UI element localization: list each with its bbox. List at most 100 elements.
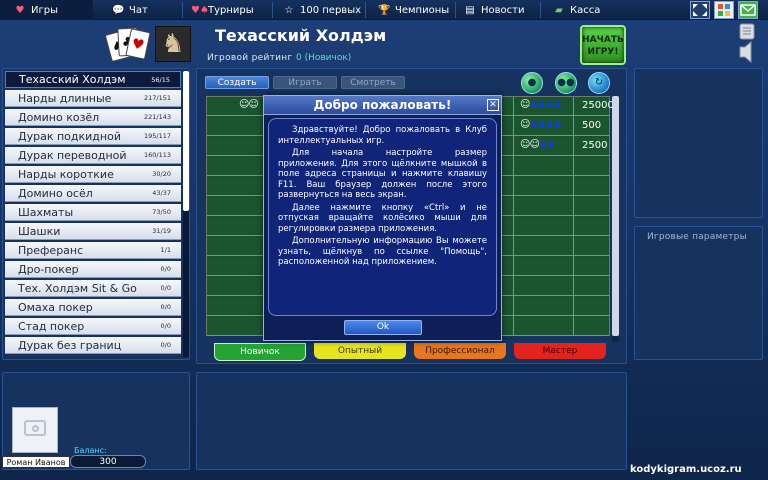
game-params-panel: Игровые параметры [634,226,763,360]
game-list-item[interactable]: Дурак подкидной 195/117 [5,128,181,145]
dialog-paragraph: Для начала настройте размер приложения. … [278,148,487,200]
refresh-icon[interactable]: ↻ [588,72,610,94]
mail-icon[interactable] [738,1,758,19]
game-list-item[interactable]: Нарды короткие 30/20 [5,166,181,183]
create-table-button[interactable]: Создать [205,76,269,89]
game-list-item[interactable]: Тех. Холдэм Sit & Go 0/0 [5,280,181,297]
game-player-count: 160/113 [143,151,171,159]
game-name: Стад покер [18,319,85,333]
game-name: Преферанс [18,243,84,257]
game-player-count: 217/151 [143,94,171,102]
nav-tab-games[interactable]: ♥ Игры [0,0,93,20]
game-list-item[interactable]: Стад покер 0/0 [5,318,181,335]
game-name: Шахматы [18,205,74,219]
game-player-count: 0/0 [160,322,171,330]
news-icon: ▤ [465,4,475,16]
game-list-item[interactable]: Техасский Холдэм 56/15 [5,71,181,88]
game-player-count: 0/0 [160,284,171,292]
game-player-count: 195/117 [143,132,171,140]
game-player-count: 1/1 [160,246,171,254]
cards-logo-icon: ♠ ♣ ♥ [104,24,154,64]
dialog-paragraph: Дополнительную информацию Вы можете узна… [278,236,487,267]
settings-grid-icon[interactable] [714,1,734,19]
dialog-body: Здравствуйте! Добро пожаловать в Клуб ин… [268,118,497,316]
table-bet: 500 [582,120,602,131]
nav-divider [365,2,366,18]
nav-divider [455,2,456,18]
game-player-count: 31/19 [152,227,171,235]
tables-scroll-thumb[interactable] [612,96,619,336]
avatar[interactable] [12,407,58,453]
game-name: Дурак без границ [18,338,122,352]
game-list-item[interactable]: Дро-покер 0/0 [5,261,181,278]
chat-bubble-icon: 💬 [112,4,125,16]
username: Роман Иванов [2,456,70,468]
game-player-count: 0/0 [160,265,171,273]
dialog-header: Добро пожаловать! ✕ [264,96,501,115]
game-player-count: 0/0 [160,303,171,311]
money-icon: ▰ [555,4,563,16]
watch-button[interactable]: Смотреть [341,76,405,89]
game-name: Шашки [18,224,61,238]
game-list-item[interactable]: Домино козёл 221/143 [5,109,181,126]
heart-icon: ♥ [15,4,25,16]
page-title: Техасский Холдэм [215,26,387,45]
dialog-paragraph: Далее нажмите кнопку «Ctrl» и не отпуска… [278,202,487,234]
game-name: Нарды короткие [18,167,114,181]
two-players-filter-icon[interactable]: ●● [555,72,577,94]
play-button[interactable]: Играть [273,76,337,89]
game-list-item[interactable]: Шашки 31/19 [5,223,181,240]
game-list-scroll-thumb[interactable] [183,71,189,211]
game-list-scrollbar[interactable] [183,71,189,357]
game-list-item[interactable]: Домино осёл 43/37 [5,185,181,202]
table-seats-icon: ☺♟♟♟♟ [520,99,562,110]
nav-divider [272,2,273,18]
game-name: Домино осёл [18,186,93,200]
start-game-button[interactable]: НАЧАТЬ ИГРУ! [580,25,626,65]
side-tools [736,23,758,67]
table-seats-icon: ☺♟♟♟♟ [520,119,562,130]
game-list-item[interactable]: Омаха покер 0/0 [5,299,181,316]
game-params-title: Игровые параметры [647,232,747,242]
nav-tab-top100[interactable]: ☆ 100 первых [283,0,362,20]
nav-tab-cashier[interactable]: ▰ Касса [553,0,600,20]
game-list-item[interactable]: Шахматы 73/50 [5,204,181,221]
game-player-count: 56/15 [151,75,170,84]
table-players-icon: ☺☺ [239,99,259,110]
camera-icon [24,420,46,436]
level-tab[interactable]: Профессионал [414,343,506,359]
nav-tab-chat[interactable]: 💬 Чат [112,0,148,20]
table-column-divider [513,97,514,335]
one-player-filter-icon[interactable]: ● [521,72,543,94]
game-list-item[interactable]: Нарды длинные 217/151 [5,90,181,107]
level-tab[interactable]: Новичок [214,343,306,361]
game-list: Техасский Холдэм 56/15 Нарды длинные 217/15… [2,68,190,360]
level-tab[interactable]: Мастер [514,343,606,359]
nav-tab-tournaments[interactable]: ♥♠ Турниры [191,0,254,20]
ok-button[interactable]: Ok [344,320,422,335]
chess-logo-icon: ♞ [155,26,191,62]
game-player-count: 30/20 [152,170,171,178]
nav-tab-champions[interactable]: 🏆 Чемпионы [378,0,449,20]
close-icon[interactable]: ✕ [487,99,499,111]
nav-divider [182,2,183,18]
table-bet: 2500 [582,140,608,151]
nav-tab-news[interactable]: ▤ Новости [464,0,524,20]
game-name: Дурак подкидной [18,129,121,143]
game-name: Омаха покер [18,300,93,314]
game-list-item[interactable]: Дурак без границ 0/0 [5,337,181,354]
nav-divider [540,2,541,18]
game-name: Техасский Холдэм [19,73,126,86]
top-navigation: ♥ Игры 💬 Чат ♥♠ Турниры ☆ 100 первых 🏆 Ч… [0,0,768,20]
right-info-panel [634,68,763,218]
fullscreen-icon[interactable] [690,1,710,19]
game-name: Дурак переводной [18,148,127,162]
chat-panel [196,372,627,470]
game-list-item[interactable]: Дурак переводной 160/113 [5,147,181,164]
table-column-divider [573,97,574,335]
rating-value: 0 (Новичок) [296,53,352,63]
level-tab[interactable]: Опытный [314,343,406,359]
help-scroll-icon [739,23,755,64]
game-list-item[interactable]: Преферанс 1/1 [5,242,181,259]
tables-scrollbar[interactable] [612,96,619,342]
